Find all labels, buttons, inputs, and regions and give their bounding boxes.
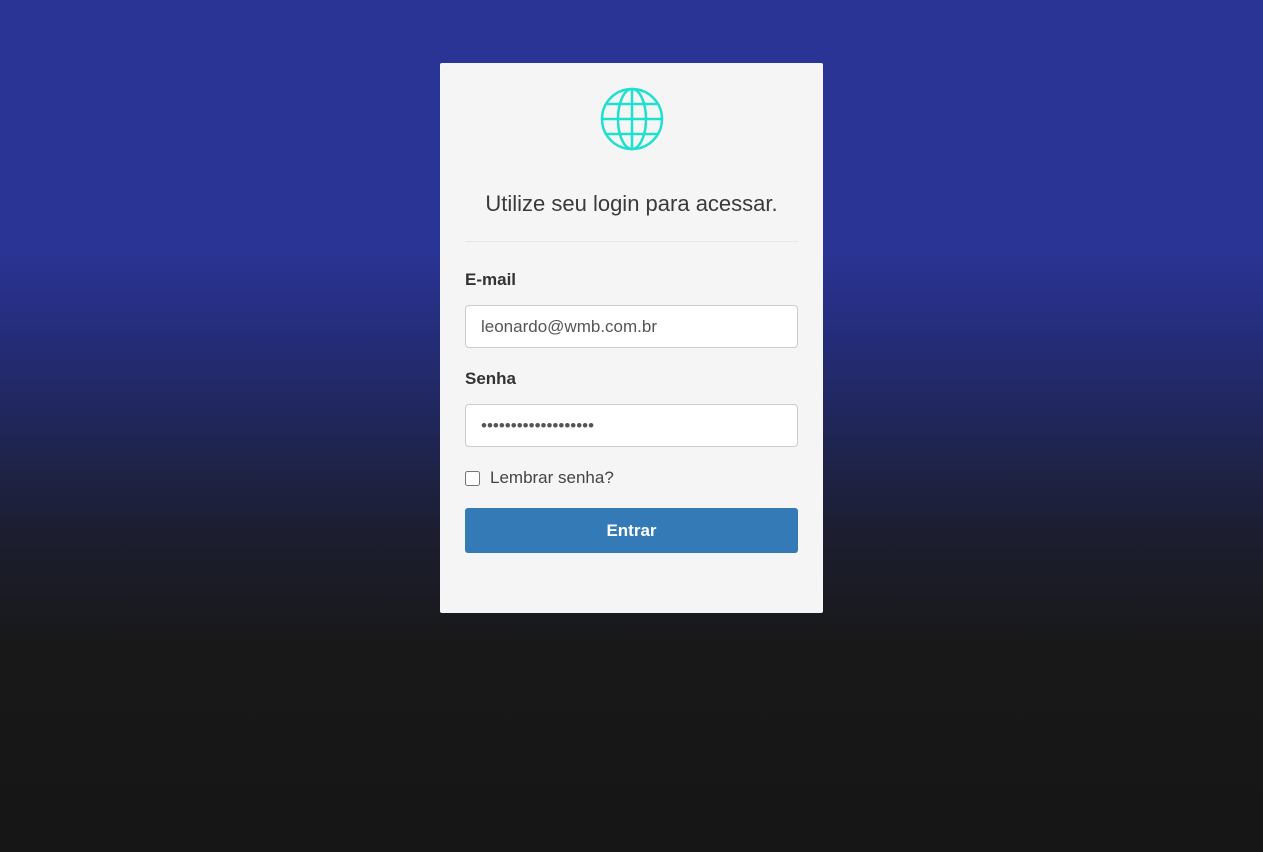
email-field[interactable] xyxy=(465,305,798,348)
password-field[interactable] xyxy=(465,404,798,447)
remember-checkbox[interactable] xyxy=(465,470,480,486)
email-label: E-mail xyxy=(465,270,517,289)
login-button[interactable]: Entrar xyxy=(465,508,798,553)
login-card: Utilize seu login para acessar. E-mail S… xyxy=(440,63,823,613)
divider xyxy=(465,241,798,242)
password-label: Senha xyxy=(465,369,517,388)
remember-label[interactable]: Lembrar senha? xyxy=(490,468,614,488)
login-tagline: Utilize seu login para acessar. xyxy=(485,191,778,216)
globe-icon xyxy=(600,87,663,151)
remember-row: Lembrar senha? xyxy=(465,468,798,488)
